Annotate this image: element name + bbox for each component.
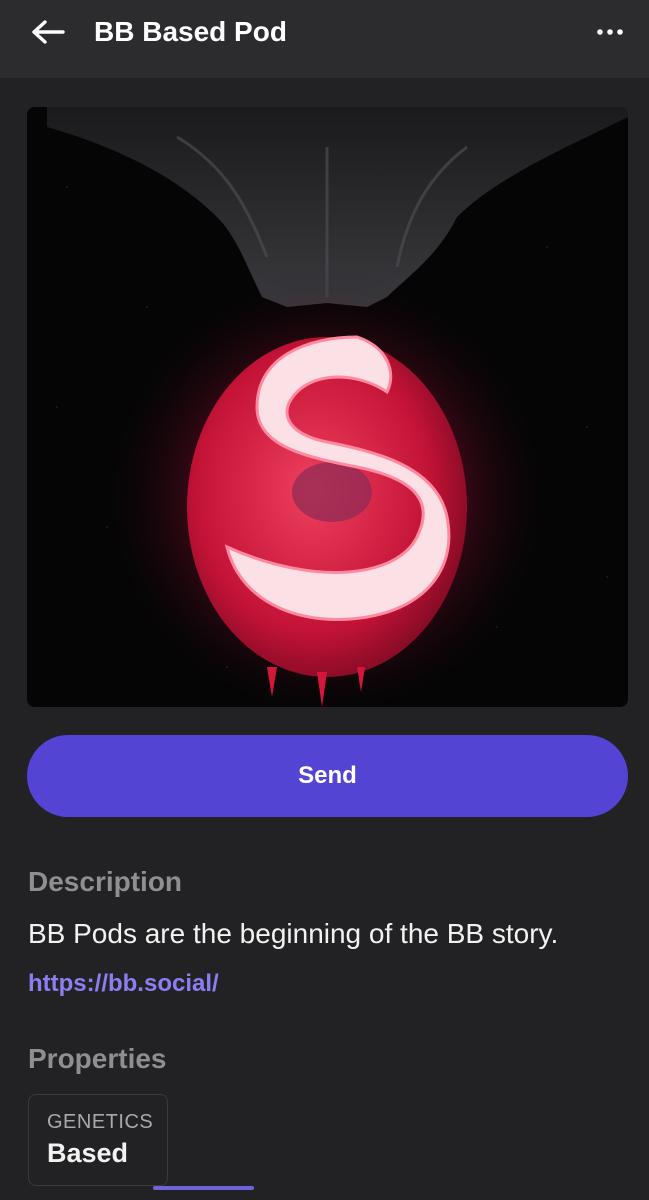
more-options-button[interactable] — [590, 16, 630, 48]
scroll-indicator — [153, 1186, 254, 1190]
property-card[interactable]: GENETICS Based — [28, 1094, 168, 1186]
app-header: BB Based Pod — [0, 0, 649, 78]
description-text: BB Pods are the beginning of the BB stor… — [28, 918, 559, 949]
page-title: BB Based Pod — [94, 16, 287, 47]
property-key: GENETICS — [47, 1111, 154, 1133]
more-horizontal-icon — [597, 29, 623, 35]
description-heading: Description — [28, 866, 183, 897]
send-button[interactable]: Send — [27, 735, 628, 817]
pod-image — [27, 107, 628, 707]
properties-heading: Properties — [28, 1043, 167, 1074]
arrow-left-icon — [32, 20, 65, 44]
website-link[interactable]: https://bb.social/ — [28, 970, 219, 998]
nft-artwork — [27, 107, 628, 707]
back-button[interactable] — [28, 16, 68, 48]
property-value: Based — [47, 1138, 129, 1168]
